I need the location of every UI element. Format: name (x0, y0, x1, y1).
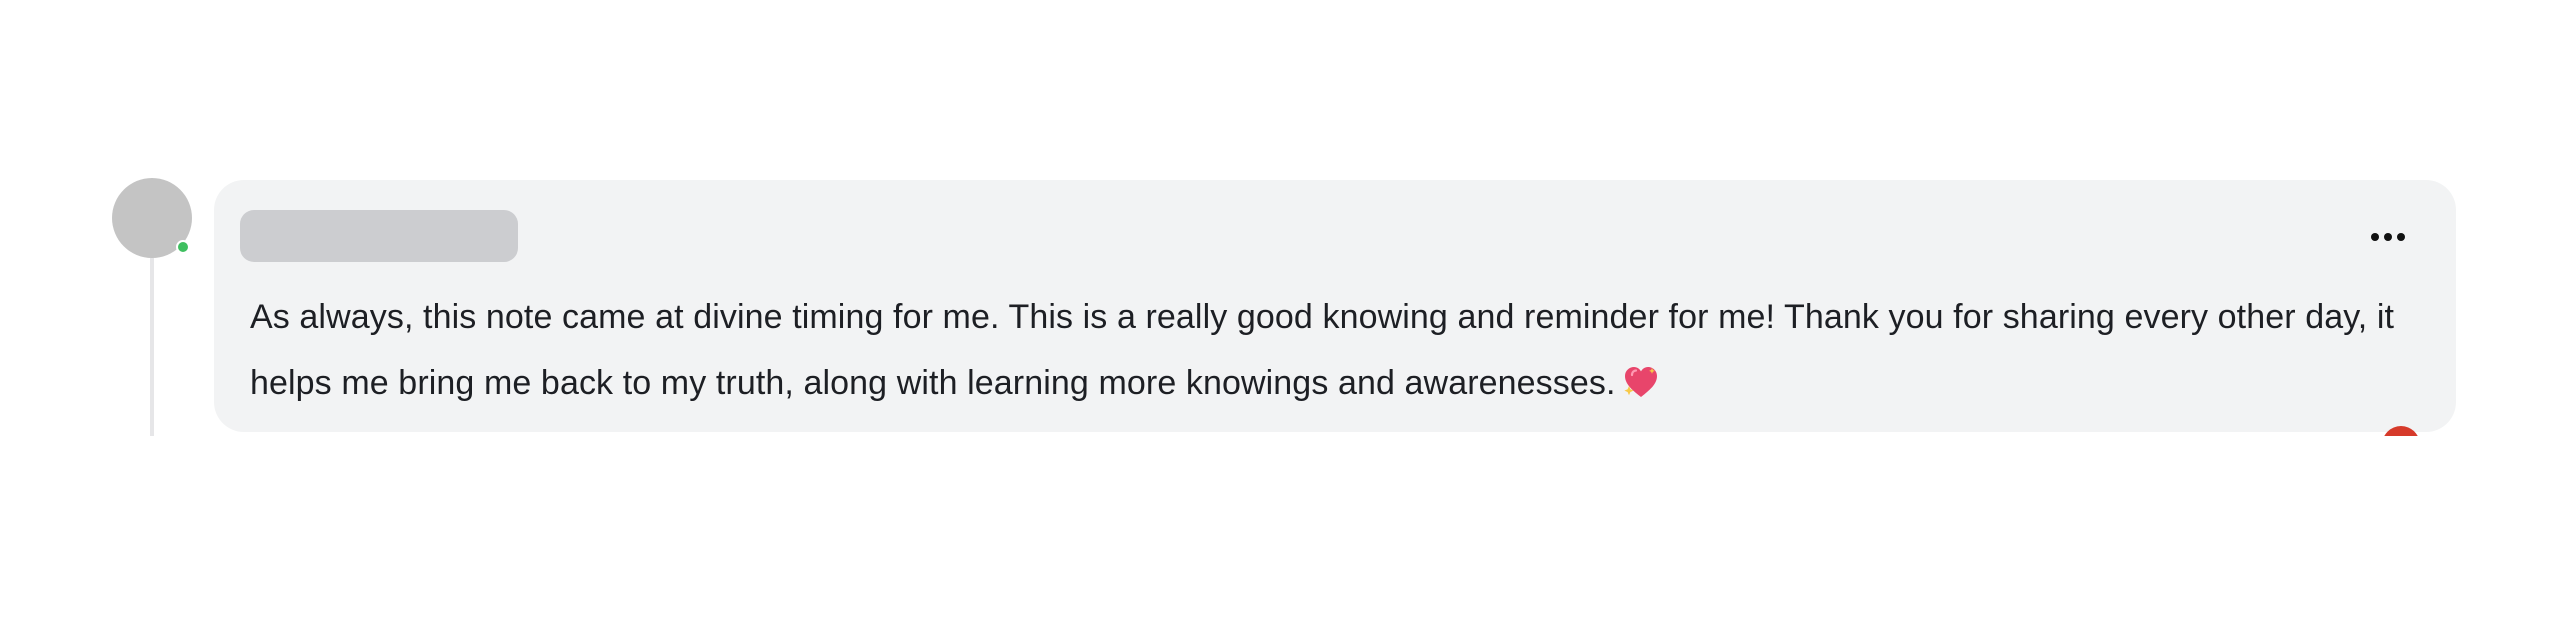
thread-connector-line (150, 250, 154, 436)
comment-thread: As always, this note came at divine timi… (0, 0, 2560, 620)
comment-bubble: As always, this note came at divine timi… (214, 180, 2456, 432)
sparkling-heart-icon (1622, 356, 1660, 422)
more-options-button[interactable] (2366, 222, 2410, 252)
reaction-badge-icon[interactable] (2382, 426, 2420, 436)
comment-body: As always, this note came at divine timi… (250, 284, 2430, 422)
comment-text: As always, this note came at divine timi… (250, 298, 2395, 402)
online-status-indicator (176, 240, 190, 254)
author-name-placeholder[interactable] (240, 210, 518, 262)
more-options-icon (2371, 233, 2405, 241)
